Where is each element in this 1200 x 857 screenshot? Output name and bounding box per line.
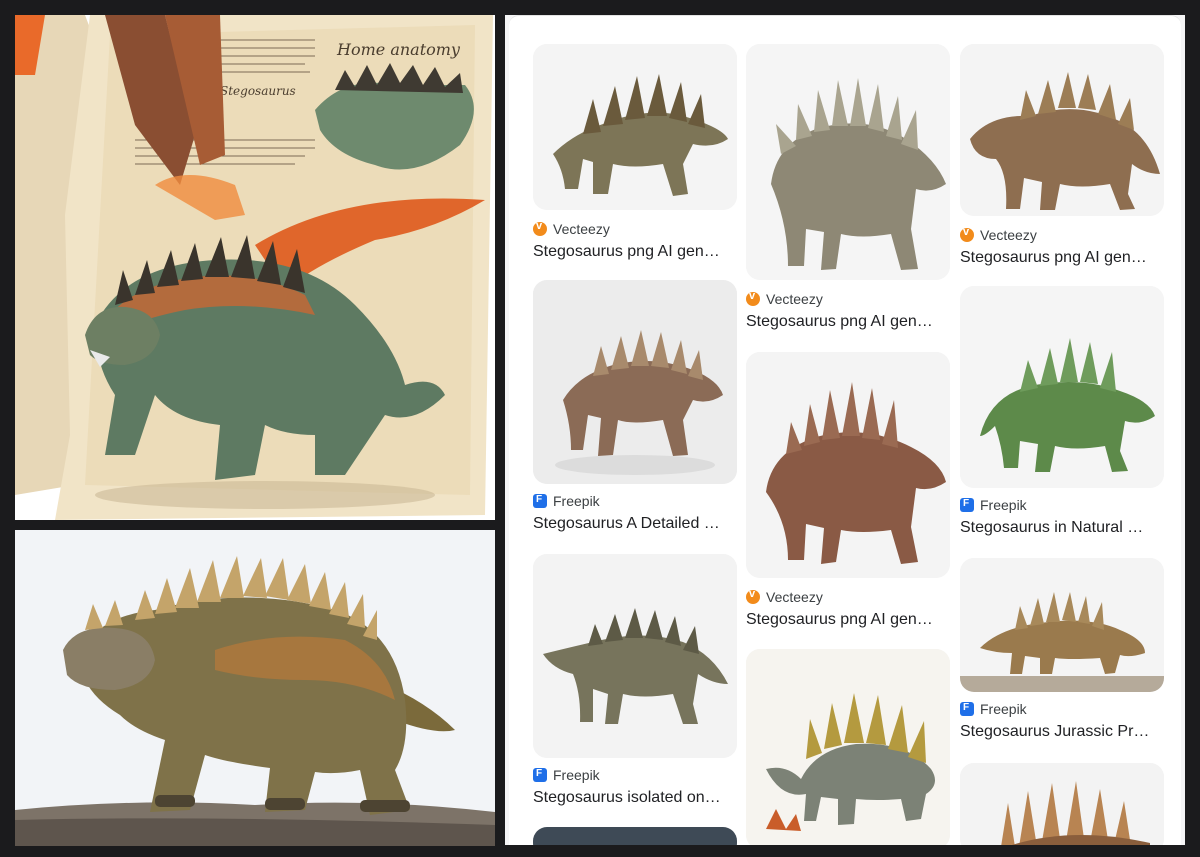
sketch-note-text: Stegosaurus	[220, 84, 296, 98]
result-title[interactable]: Stegosaurus in Natural …	[960, 519, 1164, 537]
result-thumbnail[interactable]	[960, 763, 1164, 845]
result-title[interactable]: Stegosaurus png AI gen…	[746, 611, 950, 629]
result-thumbnail[interactable]	[746, 44, 950, 280]
result-thumbnail[interactable]	[533, 280, 737, 484]
source-label: Vecteezy	[766, 291, 823, 307]
source-label: Freepik	[980, 701, 1027, 717]
freepik-icon	[960, 702, 974, 716]
source-label: Freepik	[553, 767, 600, 783]
collage-frame: Home anatomy Stegosaurus v Vecteezy Steg…	[0, 0, 1200, 857]
source-label: Freepik	[553, 493, 600, 509]
result-source[interactable]: Vecteezy	[960, 226, 1037, 244]
result-source[interactable]: Freepik	[960, 700, 1027, 718]
source-label: Vecteezy	[980, 227, 1037, 243]
result-thumbnail[interactable]	[960, 286, 1164, 488]
result-thumbnail[interactable]	[746, 649, 950, 845]
sketch-header-text: Home anatomy	[336, 40, 461, 59]
result-thumbnail[interactable]	[960, 44, 1164, 216]
vecteezy-icon	[960, 226, 974, 242]
result-title[interactable]: Stegosaurus isolated on…	[533, 789, 737, 807]
stegosaurus-photo	[15, 530, 495, 846]
result-title[interactable]: Stegosaurus A Detailed …	[533, 515, 737, 533]
vecteezy-icon	[746, 290, 760, 306]
result-title[interactable]: Stegosaurus png AI gen…	[746, 313, 950, 331]
vecteezy-icon	[746, 588, 760, 604]
result-title[interactable]: Stegosaurus Jurassic Pr…	[960, 723, 1164, 741]
result-thumbnail[interactable]	[533, 554, 737, 758]
source-label: Vecteezy	[553, 221, 610, 237]
sketchbook-illustration: Home anatomy Stegosaurus	[15, 15, 495, 520]
vecteezy-icon	[533, 220, 547, 236]
results-container: Vecteezy Stegosaurus png AI gen…	[509, 15, 1181, 845]
result-title[interactable]: Stegosaurus png AI gen…	[533, 243, 737, 261]
result-source[interactable]: Freepik	[533, 766, 600, 784]
source-label: Vecteezy	[766, 589, 823, 605]
result-thumbnail[interactable]	[960, 558, 1164, 692]
result-source[interactable]: Freepik	[533, 492, 600, 510]
result-title[interactable]: Stegosaurus png AI gen…	[960, 249, 1164, 267]
source-label: Freepik	[980, 497, 1027, 513]
result-thumbnail[interactable]	[533, 827, 737, 845]
result-thumbnail[interactable]	[533, 44, 737, 210]
result-source[interactable]: Vecteezy	[746, 588, 823, 606]
result-source[interactable]: Freepik	[960, 496, 1027, 514]
freepik-icon	[533, 768, 547, 782]
freepik-icon	[960, 498, 974, 512]
result-source[interactable]: Vecteezy	[746, 290, 823, 308]
freepik-icon	[533, 494, 547, 508]
result-source[interactable]: Vecteezy	[533, 220, 610, 238]
result-thumbnail[interactable]	[746, 352, 950, 578]
image-search-results: Vecteezy Stegosaurus png AI gen…	[505, 15, 1185, 845]
